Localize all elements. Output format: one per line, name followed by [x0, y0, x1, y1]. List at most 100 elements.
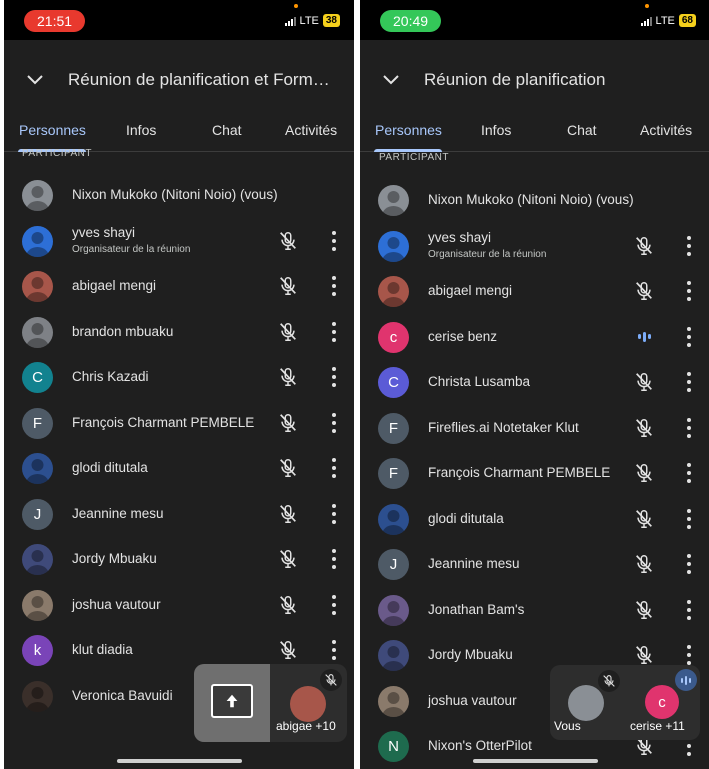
tab-chat[interactable]: Chat	[212, 122, 242, 138]
speaking-indicator-icon[interactable]	[633, 326, 655, 348]
mic-off-icon[interactable]	[277, 639, 299, 661]
floating-video-panel[interactable]: abigae +10	[194, 664, 347, 742]
chevron-down-icon[interactable]	[382, 71, 400, 89]
tab-infos[interactable]: Infos	[481, 122, 511, 138]
mic-off-icon[interactable]	[633, 417, 655, 439]
more-options-icon[interactable]	[686, 417, 692, 438]
more-options-icon[interactable]	[686, 554, 692, 574]
mic-off-icon[interactable]	[633, 280, 655, 302]
more-options-icon[interactable]	[686, 645, 692, 665]
more-options-icon[interactable]	[331, 367, 337, 387]
mic-off-icon[interactable]	[277, 594, 299, 616]
participant-row[interactable]: J Jeannine mesu	[360, 542, 709, 587]
participant-row[interactable]: F François Charmant PEMBELE	[4, 401, 354, 446]
participant-row[interactable]: F François Charmant PEMBELE	[360, 451, 709, 496]
mic-off-icon[interactable]	[633, 553, 655, 575]
participant-name: glodi ditutala	[72, 460, 148, 475]
participant-name: Veronica Bavuidi	[72, 687, 173, 703]
more-options-icon[interactable]	[686, 372, 692, 392]
mic-off-icon[interactable]	[277, 230, 299, 252]
person-icon	[26, 277, 49, 302]
participant-row[interactable]: yves shayi Organisateur de la réunion	[360, 224, 709, 269]
more-options-icon[interactable]	[331, 321, 337, 342]
avatar-photo	[22, 680, 53, 712]
mic-off-icon[interactable]	[277, 366, 299, 388]
participant-row[interactable]: Nixon Mukoko (Nitoni Noio) (vous)	[4, 173, 354, 218]
chevron-down-icon[interactable]	[26, 71, 44, 89]
tab-personnes[interactable]: Personnes	[375, 122, 442, 138]
participant-row[interactable]: yves shayi Organisateur de la réunion	[4, 219, 354, 264]
more-options-icon[interactable]	[686, 326, 692, 347]
floating-avatar	[290, 686, 326, 722]
participant-name: yves shayi	[428, 229, 492, 245]
more-options-icon[interactable]	[686, 235, 692, 256]
participant-name: Nixon's OtterPilot	[428, 738, 532, 753]
mic-off-icon[interactable]	[277, 321, 299, 343]
person-icon	[382, 282, 405, 307]
screen-share-tile[interactable]	[194, 664, 270, 742]
avatar-photo	[378, 276, 409, 307]
participant-row[interactable]: C Chris Kazadi	[4, 355, 354, 400]
avatar-photo	[22, 225, 53, 257]
mic-off-icon[interactable]	[633, 371, 655, 393]
mic-off-icon[interactable]	[633, 462, 655, 484]
status-bar: 20:49 LTE 68	[360, 0, 709, 40]
participant-row[interactable]: glodi ditutala	[4, 446, 354, 491]
more-options-icon[interactable]	[686, 281, 692, 301]
tab-personnes[interactable]: Personnes	[19, 122, 86, 138]
participant-row[interactable]: C Christa Lusamba	[360, 360, 709, 405]
meeting-title: Réunion de planification et Formati...	[68, 70, 338, 89]
tab-activites[interactable]: Activités	[640, 122, 692, 138]
mic-off-icon[interactable]	[633, 508, 655, 530]
more-options-icon[interactable]	[331, 640, 337, 660]
participant-name: abigael mengi	[428, 283, 513, 298]
mic-off-icon[interactable]	[277, 412, 299, 434]
home-indicator[interactable]	[473, 759, 598, 763]
more-options-icon[interactable]	[331, 594, 337, 615]
mic-off-icon[interactable]	[277, 503, 299, 525]
participant-row[interactable]: Jordy Mbuaku	[4, 537, 354, 582]
mic-off-icon[interactable]	[633, 599, 655, 621]
present-screen-icon[interactable]	[211, 684, 253, 718]
more-options-icon[interactable]	[331, 230, 337, 251]
mic-off-icon[interactable]	[277, 457, 299, 479]
section-label-participant: PARTICIPANT	[22, 148, 92, 159]
participant-row[interactable]: J Jeannine mesu	[4, 492, 354, 537]
more-options-icon[interactable]	[331, 503, 337, 524]
participant-row[interactable]: abigael mengi	[360, 269, 709, 314]
participant-row[interactable]: Jonathan Bam's	[360, 588, 709, 633]
more-options-icon[interactable]	[686, 508, 692, 529]
mic-off-icon[interactable]	[633, 235, 655, 257]
more-options-icon[interactable]	[686, 599, 692, 620]
home-indicator[interactable]	[117, 759, 242, 763]
participant-row[interactable]: brandon mbuaku	[4, 310, 354, 355]
mic-off-icon[interactable]	[277, 548, 299, 570]
self-label: Vous	[554, 719, 581, 733]
tab-activites[interactable]: Activités	[285, 122, 337, 138]
participant-row[interactable]: F Fireflies.ai Notetaker Klut	[360, 406, 709, 451]
more-options-icon[interactable]	[331, 276, 337, 296]
more-options-icon[interactable]	[331, 549, 337, 569]
avatar-photo	[22, 544, 53, 575]
participant-name: yves shayi	[72, 224, 136, 240]
participant-row[interactable]: Nixon Mukoko (Nitoni Noio) (vous)	[360, 178, 709, 223]
floating-avatar: c	[645, 685, 679, 719]
status-time: 21:51	[24, 10, 86, 32]
avatar-photo	[378, 685, 409, 717]
participant-row[interactable]: joshua vautour	[4, 583, 354, 628]
more-options-icon[interactable]	[686, 463, 692, 483]
network-type: LTE	[655, 14, 675, 27]
participant-role: Organisateur de la réunion	[72, 243, 191, 255]
mic-off-icon[interactable]	[633, 644, 655, 666]
more-options-icon[interactable]	[331, 458, 337, 478]
participant-row[interactable]: glodi ditutala	[360, 497, 709, 542]
avatar-photo	[22, 180, 53, 211]
mic-off-icon[interactable]	[277, 275, 299, 297]
participant-row[interactable]: abigael mengi	[4, 264, 354, 309]
tab-infos[interactable]: Infos	[126, 122, 156, 138]
more-options-icon[interactable]	[331, 412, 337, 433]
tab-chat[interactable]: Chat	[567, 122, 597, 138]
avatar-initial: J	[22, 498, 53, 530]
floating-video-panel[interactable]: Vous c cerise +11	[550, 665, 700, 740]
participant-row[interactable]: c cerise benz	[360, 315, 709, 360]
